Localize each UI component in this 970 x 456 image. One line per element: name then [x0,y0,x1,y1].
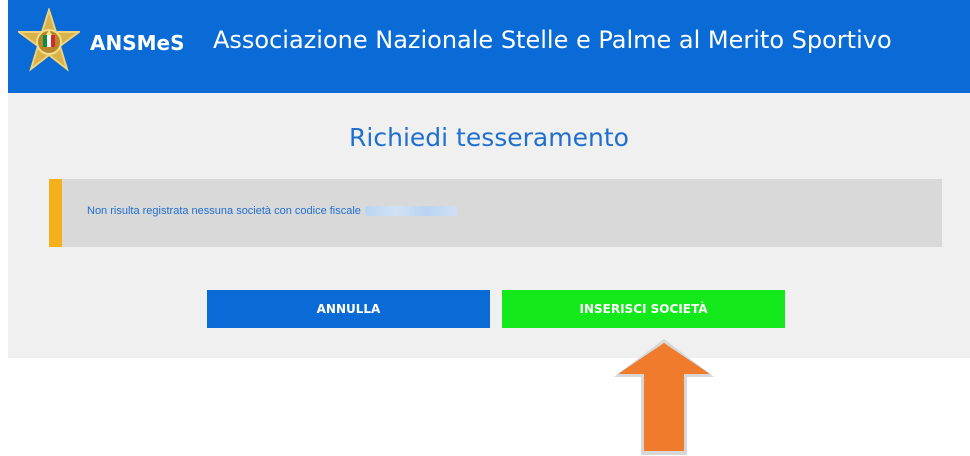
alert-message: Non risulta registrata nessuna società c… [87,205,457,217]
star-emblem-icon [18,8,80,72]
site-title: Associazione Nazionale Stelle e Palme al… [213,26,892,54]
brand-name: ANSMeS [90,31,185,55]
warning-alert: Non risulta registrata nessuna società c… [49,179,942,247]
site-header: ANSMeS Associazione Nazionale Stelle e P… [8,0,970,93]
insert-society-button[interactable]: INSERISCI SOCIETÀ [502,290,785,328]
alert-text: Non risulta registrata nessuna società c… [87,205,361,217]
alert-accent-bar [49,179,62,247]
content-panel: Richiedi tesseramento Non risulta regist… [8,93,970,358]
page-title: Richiedi tesseramento [349,123,629,152]
cancel-button[interactable]: ANNULLA [207,290,490,328]
redacted-tax-code [364,206,457,217]
up-arrow-icon [614,339,714,455]
